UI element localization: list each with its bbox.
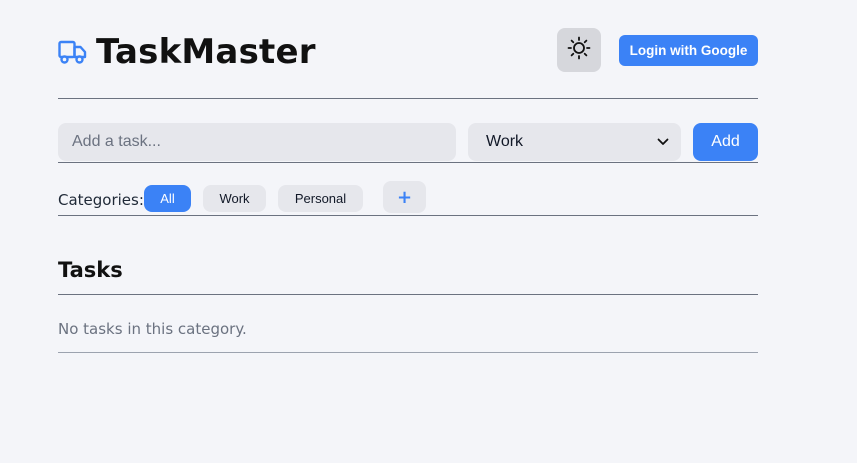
sun-icon: [567, 36, 591, 64]
truck-icon: [58, 40, 87, 64]
category-chip-all[interactable]: All: [144, 185, 191, 212]
add-task-row: Work Add: [58, 123, 758, 163]
app-title: TaskMaster: [96, 32, 316, 72]
category-chip-work[interactable]: Work: [203, 185, 266, 212]
header: TaskMaster Login with Google: [58, 0, 758, 99]
empty-tasks-message: No tasks in this category.: [58, 320, 758, 353]
categories-label: Categories:: [58, 191, 144, 209]
categories-row: Categories: All Work Personal +: [58, 181, 758, 216]
add-task-button[interactable]: Add: [693, 123, 758, 161]
category-select[interactable]: Work: [468, 123, 681, 161]
category-chip-personal[interactable]: Personal: [278, 185, 363, 212]
category-select-value: Work: [486, 133, 524, 150]
task-input[interactable]: [58, 123, 456, 161]
chevron-down-icon: [657, 133, 669, 151]
brand: TaskMaster: [58, 30, 316, 74]
theme-toggle-button[interactable]: [557, 28, 601, 72]
login-with-google-button[interactable]: Login with Google: [619, 35, 758, 66]
tasks-heading: Tasks: [58, 258, 758, 295]
add-category-button[interactable]: +: [383, 181, 426, 213]
